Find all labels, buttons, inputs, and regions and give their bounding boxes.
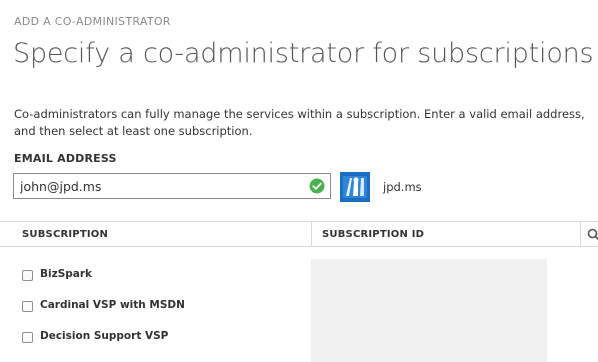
subscription-checkbox[interactable] (22, 270, 33, 281)
dialog-kicker: ADD A CO-ADMINISTRATOR (14, 15, 171, 28)
table-header: SUBSCRIPTION SUBSCRIPTION ID (0, 221, 598, 247)
domain-logo-icon (340, 172, 370, 202)
email-field[interactable] (14, 174, 310, 198)
subscription-name: BizSpark (40, 268, 93, 280)
page-title: Specify a co-administrator for subscript… (13, 38, 594, 69)
column-divider (580, 222, 581, 246)
subscription-checkbox[interactable] (22, 332, 33, 343)
column-header-subscription[interactable]: SUBSCRIPTION (22, 229, 108, 240)
column-header-subscription-id[interactable]: SUBSCRIPTION ID (322, 229, 424, 240)
email-label: EMAIL ADDRESS (14, 152, 117, 165)
description-text: Co-administrators can fully manage the s… (14, 107, 585, 138)
domain-name: jpd.ms (383, 180, 422, 194)
email-field-container (13, 173, 331, 199)
subscription-checkbox[interactable] (22, 301, 33, 312)
subscription-name: Cardinal VSP with MSDN (40, 299, 185, 311)
search-icon[interactable] (587, 228, 598, 242)
check-circle-icon (309, 178, 325, 194)
redacted-subscription-ids (311, 259, 547, 362)
column-divider (311, 222, 312, 246)
subscription-name: Decision Support VSP (40, 330, 169, 342)
